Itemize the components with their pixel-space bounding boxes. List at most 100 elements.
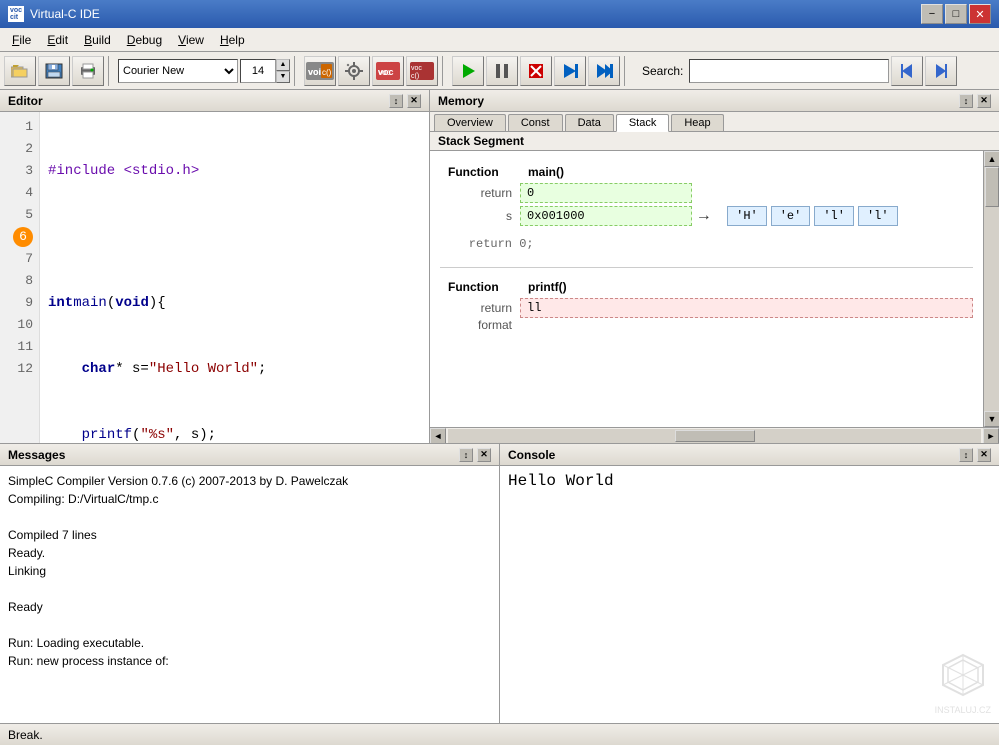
watermark-text: INSTALUJ.CZ	[935, 705, 991, 715]
mem-hscroll-thumb[interactable]	[675, 430, 755, 442]
printf-return-cell: ll	[520, 298, 973, 318]
close-button[interactable]: ✕	[969, 4, 991, 24]
menu-view[interactable]: View	[170, 31, 212, 49]
menu-build[interactable]: Build	[76, 31, 119, 49]
search-forward-button[interactable]	[925, 56, 957, 86]
tab-stack[interactable]: Stack	[616, 114, 670, 132]
return-value-cell: 0	[520, 183, 692, 203]
messages-header: Messages ↕ ✕	[0, 444, 499, 466]
memory-controls: ↕ ✕	[959, 94, 991, 108]
code-area[interactable]: #include <stdio.h> int main(void){ char*…	[40, 112, 429, 443]
memory-hscrollbar: ◄ ►	[430, 427, 999, 443]
heap-l1: 'l'	[814, 206, 854, 226]
toolbar-sep-3	[442, 56, 448, 86]
tab-const[interactable]: Const	[508, 114, 563, 131]
s-heap-cells: 'H' 'e' 'l' 'l'	[726, 203, 973, 229]
printf-format-label: format	[440, 318, 520, 332]
mem-scroll-up[interactable]: ▲	[984, 151, 999, 167]
menu-file[interactable]: File	[4, 31, 39, 49]
line-num-6: 6	[0, 226, 33, 248]
messages-content: SimpleC Compiler Version 0.7.6 (c) 2007-…	[0, 466, 499, 723]
pause-button[interactable]	[486, 56, 518, 86]
stack-segment-label: Stack Segment	[430, 132, 999, 151]
fn-separator	[440, 267, 973, 268]
messages-restore-btn[interactable]: ↕	[459, 448, 473, 462]
font-size-input[interactable]	[240, 59, 276, 83]
stop-button[interactable]	[520, 56, 552, 86]
editor-restore-btn[interactable]: ↕	[389, 94, 403, 108]
window-controls: − □ ✕	[921, 4, 991, 24]
line-num-8: 8	[0, 270, 33, 292]
settings-button[interactable]	[338, 56, 370, 86]
memory-close-btn[interactable]: ✕	[977, 94, 991, 108]
console-close-btn[interactable]: ✕	[977, 448, 991, 462]
stack-return-stmt-row: return 0;	[440, 229, 973, 259]
font-size-up[interactable]: ▲	[276, 59, 290, 71]
menu-edit[interactable]: Edit	[39, 31, 76, 49]
console-output: Hello World	[508, 472, 614, 490]
run-button[interactable]	[452, 56, 484, 86]
save-button[interactable]	[38, 56, 70, 86]
status-text: Break.	[8, 728, 43, 742]
memory-restore-btn[interactable]: ↕	[959, 94, 973, 108]
s-arrow: →	[692, 203, 726, 229]
step-end-button[interactable]	[588, 56, 620, 86]
font-selector[interactable]: Courier New	[118, 59, 238, 83]
svg-text:c(): c()	[411, 73, 419, 80]
minimize-button[interactable]: −	[921, 4, 943, 24]
printf-return-value: ll	[520, 298, 973, 318]
mem-scroll-down[interactable]: ▼	[984, 411, 999, 427]
menu-help[interactable]: Help	[212, 31, 253, 49]
line-num-5: 5	[0, 204, 33, 226]
memory-header: Memory ↕ ✕	[430, 90, 999, 112]
build-button[interactable]: voc voc	[372, 56, 404, 86]
menubar: File Edit Build Debug View Help	[0, 28, 999, 52]
work-area: Editor ↕ ✕ 1 2 3 4 5 6 7 8 9 10	[0, 90, 999, 443]
line-num-11: 11	[0, 336, 33, 358]
messages-close-btn[interactable]: ✕	[477, 448, 491, 462]
mem-scroll-track	[984, 167, 999, 411]
tab-heap[interactable]: Heap	[671, 114, 723, 131]
line-num-4: 4	[0, 182, 33, 204]
watermark: INSTALUJ.CZ	[935, 650, 991, 715]
return-stmt-cell: return 0;	[440, 229, 973, 259]
s-value: 0x001000	[520, 206, 692, 226]
code-line-1: #include <stdio.h>	[48, 160, 421, 182]
editor-content: 1 2 3 4 5 6 7 8 9 10 11 12 #include <std…	[0, 112, 429, 443]
editor-controls: ↕ ✕	[389, 94, 421, 108]
editor-header: Editor ↕ ✕	[0, 90, 429, 112]
stack-s-row: s 0x001000 → 'H' 'e' 'l' 'l'	[440, 203, 973, 229]
messages-controls: ↕ ✕	[459, 448, 491, 462]
titlebar: voccit Virtual-C IDE − □ ✕	[0, 0, 999, 28]
app: voccit Virtual-C IDE − □ ✕ File Edit Bui…	[0, 0, 999, 745]
search-back-button[interactable]	[891, 56, 923, 86]
stack-return-row: return 0	[440, 183, 973, 203]
line-num-7: 7	[0, 248, 33, 270]
menu-debug[interactable]: Debug	[119, 31, 170, 49]
search-input[interactable]	[689, 59, 889, 83]
bottom-area: Messages ↕ ✕ SimpleC Compiler Version 0.…	[0, 443, 999, 723]
code-line-3: int main(void){	[48, 292, 421, 314]
voidbuild-button[interactable]: voc c()	[406, 56, 438, 86]
step-over-button[interactable]	[554, 56, 586, 86]
toolbar-sep-2	[294, 56, 300, 86]
void-main-button[interactable]: void void c()	[304, 56, 336, 86]
maximize-button[interactable]: □	[945, 4, 967, 24]
font-size-down[interactable]: ▼	[276, 71, 290, 83]
toolbar-sep-1	[108, 56, 114, 86]
mem-hscroll-right[interactable]: ►	[983, 428, 999, 444]
stack-main-table: Function main() return 0 s 0x001000	[440, 161, 973, 259]
tab-overview[interactable]: Overview	[434, 114, 506, 131]
line-num-3: 3	[0, 160, 33, 182]
memory-main-content: Function main() return 0 s 0x001000	[430, 151, 983, 427]
tab-data[interactable]: Data	[565, 114, 614, 131]
printf-format-cell	[520, 318, 973, 332]
console-header: Console ↕ ✕	[500, 444, 999, 466]
mem-hscroll-left[interactable]: ◄	[430, 428, 446, 444]
print-button[interactable]	[72, 56, 104, 86]
line-num-12: 12	[0, 358, 33, 380]
open-button[interactable]	[4, 56, 36, 86]
mem-scroll-thumb[interactable]	[985, 167, 999, 207]
console-restore-btn[interactable]: ↕	[959, 448, 973, 462]
editor-close-btn[interactable]: ✕	[407, 94, 421, 108]
